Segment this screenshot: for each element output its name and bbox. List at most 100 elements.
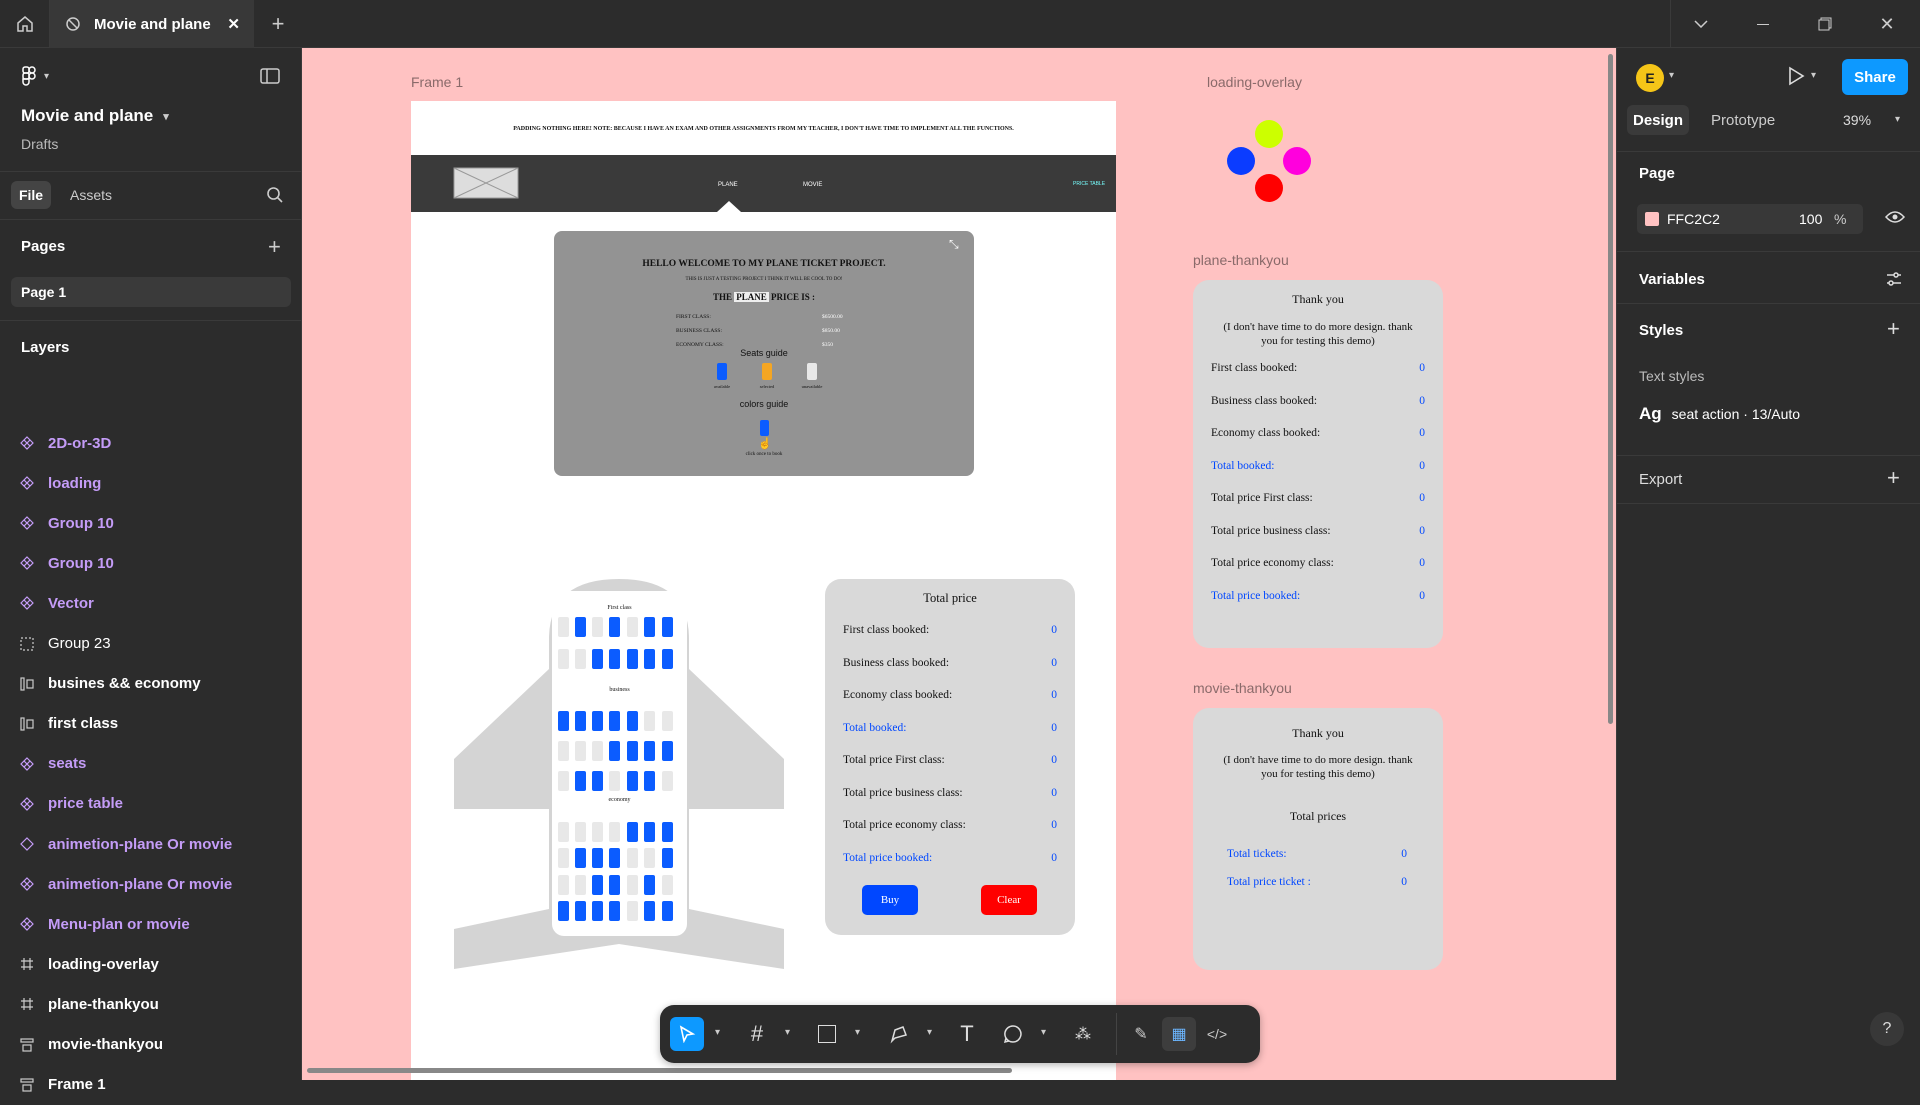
seat[interactable] <box>592 649 603 669</box>
seat[interactable] <box>575 617 586 637</box>
seat[interactable] <box>627 901 638 921</box>
plane-thankyou-card[interactable]: Thank you (I don't have time to do more … <box>1193 280 1443 648</box>
layer-item[interactable]: Menu-plan or movie <box>20 904 290 944</box>
seat[interactable] <box>609 711 620 731</box>
layer-item[interactable]: price table <box>20 784 290 824</box>
seat[interactable] <box>592 711 603 731</box>
add-export-button[interactable]: + <box>1887 465 1900 491</box>
seat[interactable] <box>575 741 586 761</box>
seat[interactable] <box>575 848 586 868</box>
frame1-label[interactable]: Frame 1 <box>411 74 463 90</box>
add-page-button[interactable]: + <box>268 234 281 260</box>
layer-item[interactable]: Group 23 <box>20 624 290 664</box>
seat[interactable] <box>592 617 603 637</box>
chevron-down-icon[interactable]: ▾ <box>1895 114 1900 125</box>
seat[interactable] <box>644 711 655 731</box>
seat[interactable] <box>627 649 638 669</box>
layer-item[interactable]: busines && economy <box>20 664 290 704</box>
seat[interactable] <box>662 617 673 637</box>
layer-item[interactable]: plane-thankyou <box>20 984 290 1024</box>
seat[interactable] <box>627 741 638 761</box>
draw-mode-button[interactable]: ✎ <box>1124 1017 1158 1051</box>
seat[interactable] <box>575 901 586 921</box>
chevron-down-icon[interactable]: ▾ <box>785 1027 790 1038</box>
layer-item[interactable]: first class <box>20 704 290 744</box>
chevron-down-icon[interactable]: ▾ <box>1041 1027 1046 1038</box>
design-mode-button[interactable]: ▦ <box>1162 1017 1196 1051</box>
layer-item[interactable]: animetion-plane Or movie <box>20 824 290 864</box>
seat[interactable] <box>662 741 673 761</box>
nav-plane[interactable]: PLANE <box>718 182 738 188</box>
layer-item[interactable]: Frame 1 <box>20 1065 290 1105</box>
seat[interactable] <box>627 875 638 895</box>
comment-tool-button[interactable] <box>996 1017 1030 1051</box>
seat[interactable] <box>592 875 603 895</box>
chevron-down-button[interactable] <box>1670 0 1732 48</box>
file-tab[interactable]: Movie and plane ✕ <box>50 0 254 48</box>
home-button[interactable] <box>0 0 50 48</box>
pen-tool-button[interactable] <box>882 1017 916 1051</box>
layer-item[interactable]: Vector <box>20 583 290 623</box>
chevron-down-icon[interactable]: ▾ <box>1811 70 1816 81</box>
move-tool-button[interactable] <box>670 1017 704 1051</box>
variables-heading[interactable]: Variables <box>1639 271 1705 288</box>
seat[interactable] <box>558 741 569 761</box>
seat[interactable] <box>558 649 569 669</box>
page-item[interactable]: Page 1 <box>11 277 291 307</box>
movie-thankyou-label[interactable]: movie-thankyou <box>1193 680 1292 696</box>
seat[interactable] <box>558 848 569 868</box>
seat[interactable] <box>558 617 569 637</box>
seat[interactable] <box>644 848 655 868</box>
chevron-down-icon[interactable]: ▾ <box>1669 70 1674 81</box>
seat[interactable] <box>609 901 620 921</box>
seat[interactable] <box>644 617 655 637</box>
close-window-button[interactable]: ✕ <box>1856 0 1918 48</box>
seat[interactable] <box>592 741 603 761</box>
seat[interactable] <box>609 848 620 868</box>
chevron-down-icon[interactable]: ▾ <box>715 1027 720 1038</box>
layer-item[interactable]: movie-thankyou <box>20 1025 290 1065</box>
loading-overlay-label[interactable]: loading-overlay <box>1207 74 1302 90</box>
seat[interactable] <box>592 822 603 842</box>
text-style-item[interactable]: Ag seat action · 13/Auto <box>1639 404 1800 424</box>
seat[interactable] <box>627 822 638 842</box>
tab-prototype[interactable]: Prototype <box>1711 112 1775 129</box>
nav-price-table[interactable]: PRICE TABLE <box>1073 181 1105 187</box>
help-button[interactable]: ? <box>1870 1012 1904 1046</box>
close-tab-icon[interactable]: ✕ <box>227 15 240 33</box>
seat[interactable] <box>627 617 638 637</box>
collapse-icon[interactable]: ⤡ <box>949 237 959 252</box>
seat[interactable] <box>609 741 620 761</box>
seat[interactable] <box>558 822 569 842</box>
actions-button[interactable]: ⁂ <box>1066 1017 1100 1051</box>
page-color-value[interactable]: FFC2C2 <box>1667 211 1720 227</box>
seat[interactable] <box>662 771 673 791</box>
tab-file[interactable]: File <box>11 181 51 209</box>
loading-overlay[interactable] <box>1226 120 1326 210</box>
layer-item[interactable]: loading-overlay <box>20 944 290 984</box>
seat[interactable] <box>627 771 638 791</box>
layer-item[interactable]: seats <box>20 744 290 784</box>
clear-button[interactable]: Clear <box>981 885 1037 915</box>
seat[interactable] <box>575 771 586 791</box>
search-button[interactable] <box>266 186 284 204</box>
new-tab-button[interactable]: + <box>266 11 290 36</box>
frame-tool-button[interactable]: # <box>740 1017 774 1051</box>
seat[interactable] <box>592 848 603 868</box>
seat[interactable] <box>644 741 655 761</box>
seat[interactable] <box>592 901 603 921</box>
variables-settings-button[interactable] <box>1885 270 1903 288</box>
seat[interactable] <box>662 822 673 842</box>
seat[interactable] <box>558 901 569 921</box>
zoom-level[interactable]: 39% <box>1843 112 1871 128</box>
present-button[interactable] <box>1787 66 1805 86</box>
layer-item[interactable]: loading <box>20 463 290 503</box>
toggle-sidebar-button[interactable] <box>260 68 280 84</box>
share-button[interactable]: Share <box>1842 59 1908 95</box>
chevron-down-icon[interactable]: ▾ <box>855 1027 860 1038</box>
seat[interactable] <box>644 901 655 921</box>
seat[interactable] <box>558 875 569 895</box>
restore-button[interactable] <box>1794 0 1856 48</box>
export-heading[interactable]: Export <box>1639 471 1682 488</box>
seat[interactable] <box>575 711 586 731</box>
